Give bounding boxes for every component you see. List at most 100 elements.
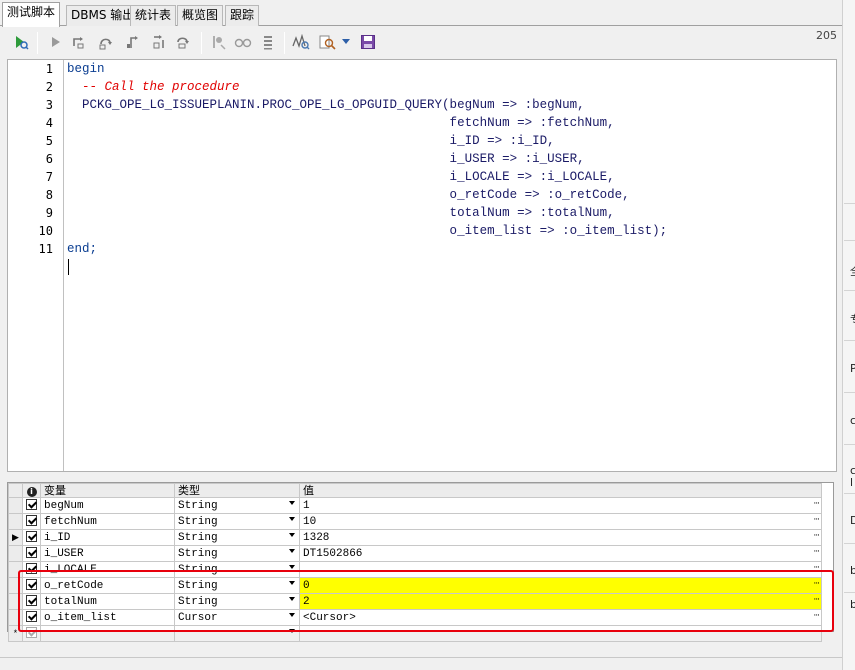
type-cell[interactable]: String: [174, 529, 300, 546]
variable-name-cell[interactable]: begNum: [40, 497, 175, 514]
tab-test-script[interactable]: 测试脚本: [2, 2, 61, 27]
run-icon[interactable]: [46, 32, 66, 52]
execute-icon[interactable]: [11, 32, 31, 52]
call-stack-icon[interactable]: [258, 32, 278, 52]
ellipsis-button[interactable]: ···: [813, 547, 820, 559]
table-row[interactable]: fetchNum String 10 ···: [8, 513, 822, 530]
type-column-header[interactable]: 类型: [174, 483, 300, 498]
row-indicator[interactable]: [8, 497, 23, 514]
ellipsis-button[interactable]: ···: [813, 611, 820, 623]
value-cell[interactable]: <Cursor> ···: [299, 609, 822, 626]
checkbox-checked[interactable]: [26, 563, 37, 574]
checkbox-checked[interactable]: [26, 611, 37, 622]
chevron-down-icon[interactable]: [289, 533, 295, 537]
value-cell[interactable]: [299, 625, 822, 642]
new-row[interactable]: *: [8, 625, 822, 642]
value-cell-highlighted[interactable]: 0 ···: [299, 577, 822, 594]
value-column-header[interactable]: 值: [299, 483, 822, 498]
ellipsis-button[interactable]: ···: [813, 595, 820, 607]
type-cell[interactable]: String: [174, 497, 300, 514]
variable-name-cell[interactable]: totalNum: [40, 593, 175, 610]
variable-name-cell[interactable]: i_LOCALE: [40, 561, 175, 578]
value-cell[interactable]: 1 ···: [299, 497, 822, 514]
row-checkbox[interactable]: [22, 609, 41, 626]
compile-icon[interactable]: [291, 32, 311, 52]
step-over-icon[interactable]: [96, 32, 116, 52]
chevron-down-icon[interactable]: [289, 613, 295, 617]
tab-dbms-output[interactable]: DBMS 输出: [66, 5, 140, 26]
row-indicator[interactable]: [8, 513, 23, 530]
table-row[interactable]: i_LOCALE String ···: [8, 561, 822, 578]
variable-name-cell[interactable]: o_item_list: [40, 609, 175, 626]
watch-icon[interactable]: [233, 32, 253, 52]
chevron-down-icon[interactable]: [289, 517, 295, 521]
dropdown-arrow-icon[interactable]: [340, 32, 352, 52]
tab-profiler[interactable]: 概览图: [177, 5, 224, 26]
variable-name-cell[interactable]: o_retCode: [40, 577, 175, 594]
type-cell[interactable]: String: [174, 593, 300, 610]
type-cell[interactable]: [174, 625, 300, 642]
value-cell[interactable]: 1328 ···: [299, 529, 822, 546]
row-indicator[interactable]: [8, 561, 23, 578]
table-row[interactable]: ▶ i_ID String 1328 ···: [8, 529, 822, 546]
find-icon[interactable]: [318, 32, 338, 52]
value-cell[interactable]: ···: [299, 561, 822, 578]
chevron-down-icon[interactable]: [289, 581, 295, 585]
checkbox-checked[interactable]: [26, 515, 37, 526]
toggle-breakpoint-icon[interactable]: [208, 32, 228, 52]
chevron-down-icon[interactable]: [289, 565, 295, 569]
ellipsis-button[interactable]: ···: [813, 579, 820, 591]
checkbox-checked[interactable]: [26, 499, 37, 510]
row-checkbox[interactable]: [22, 577, 41, 594]
table-row[interactable]: totalNum String 2 ···: [8, 593, 822, 610]
sql-editor[interactable]: 1 2 3 4 5 6 7 8 9 10 11 begin -- Call th…: [7, 59, 837, 472]
checkbox-checked[interactable]: [26, 531, 37, 542]
row-indicator[interactable]: [8, 593, 23, 610]
row-indicator[interactable]: [8, 545, 23, 562]
variable-name-cell[interactable]: fetchNum: [40, 513, 175, 530]
value-cell[interactable]: DT1502866 ···: [299, 545, 822, 562]
save-icon[interactable]: [358, 32, 378, 52]
checkbox-checked[interactable]: [26, 579, 37, 590]
type-cell[interactable]: String: [174, 545, 300, 562]
table-row[interactable]: i_USER String DT1502866 ···: [8, 545, 822, 562]
row-indicator[interactable]: [8, 609, 23, 626]
row-checkbox[interactable]: [22, 529, 41, 546]
ellipsis-button[interactable]: ···: [813, 515, 820, 527]
run-to-cursor-icon[interactable]: [173, 32, 193, 52]
chevron-down-icon[interactable]: [289, 501, 295, 505]
checkbox-checked[interactable]: [26, 595, 37, 606]
variable-name-cell[interactable]: [40, 625, 175, 642]
table-row[interactable]: begNum String 1 ···: [8, 497, 822, 514]
step-into-icon[interactable]: [68, 32, 88, 52]
ellipsis-button[interactable]: ···: [813, 563, 820, 575]
current-row-indicator[interactable]: ▶: [8, 529, 23, 546]
row-indicator[interactable]: [8, 577, 23, 594]
checkbox-checked[interactable]: [26, 547, 37, 558]
row-checkbox[interactable]: [22, 561, 41, 578]
type-cell[interactable]: String: [174, 513, 300, 530]
value-cell[interactable]: 10 ···: [299, 513, 822, 530]
tab-statistics[interactable]: 统计表: [130, 5, 177, 26]
variable-name-cell[interactable]: i_ID: [40, 529, 175, 546]
chevron-down-icon[interactable]: [289, 629, 295, 633]
row-checkbox[interactable]: [22, 593, 41, 610]
row-checkbox[interactable]: [22, 497, 41, 514]
row-checkbox[interactable]: [22, 625, 41, 642]
variable-column-header[interactable]: 变量: [40, 483, 175, 498]
row-checkbox[interactable]: [22, 545, 41, 562]
table-row[interactable]: o_item_list Cursor <Cursor> ···: [8, 609, 822, 626]
type-cell[interactable]: String: [174, 561, 300, 578]
variable-name-cell[interactable]: i_USER: [40, 545, 175, 562]
step-out-icon[interactable]: [123, 32, 143, 52]
ellipsis-button[interactable]: ···: [813, 499, 820, 511]
run-to-exception-icon[interactable]: [149, 32, 169, 52]
type-cell[interactable]: String: [174, 577, 300, 594]
checkbox-disabled[interactable]: [26, 627, 37, 638]
row-checkbox[interactable]: [22, 513, 41, 530]
table-row[interactable]: o_retCode String 0 ···: [8, 577, 822, 594]
chevron-down-icon[interactable]: [289, 549, 295, 553]
value-cell-highlighted[interactable]: 2 ···: [299, 593, 822, 610]
chevron-down-icon[interactable]: [289, 597, 295, 601]
tab-trace[interactable]: 跟踪: [225, 5, 260, 26]
